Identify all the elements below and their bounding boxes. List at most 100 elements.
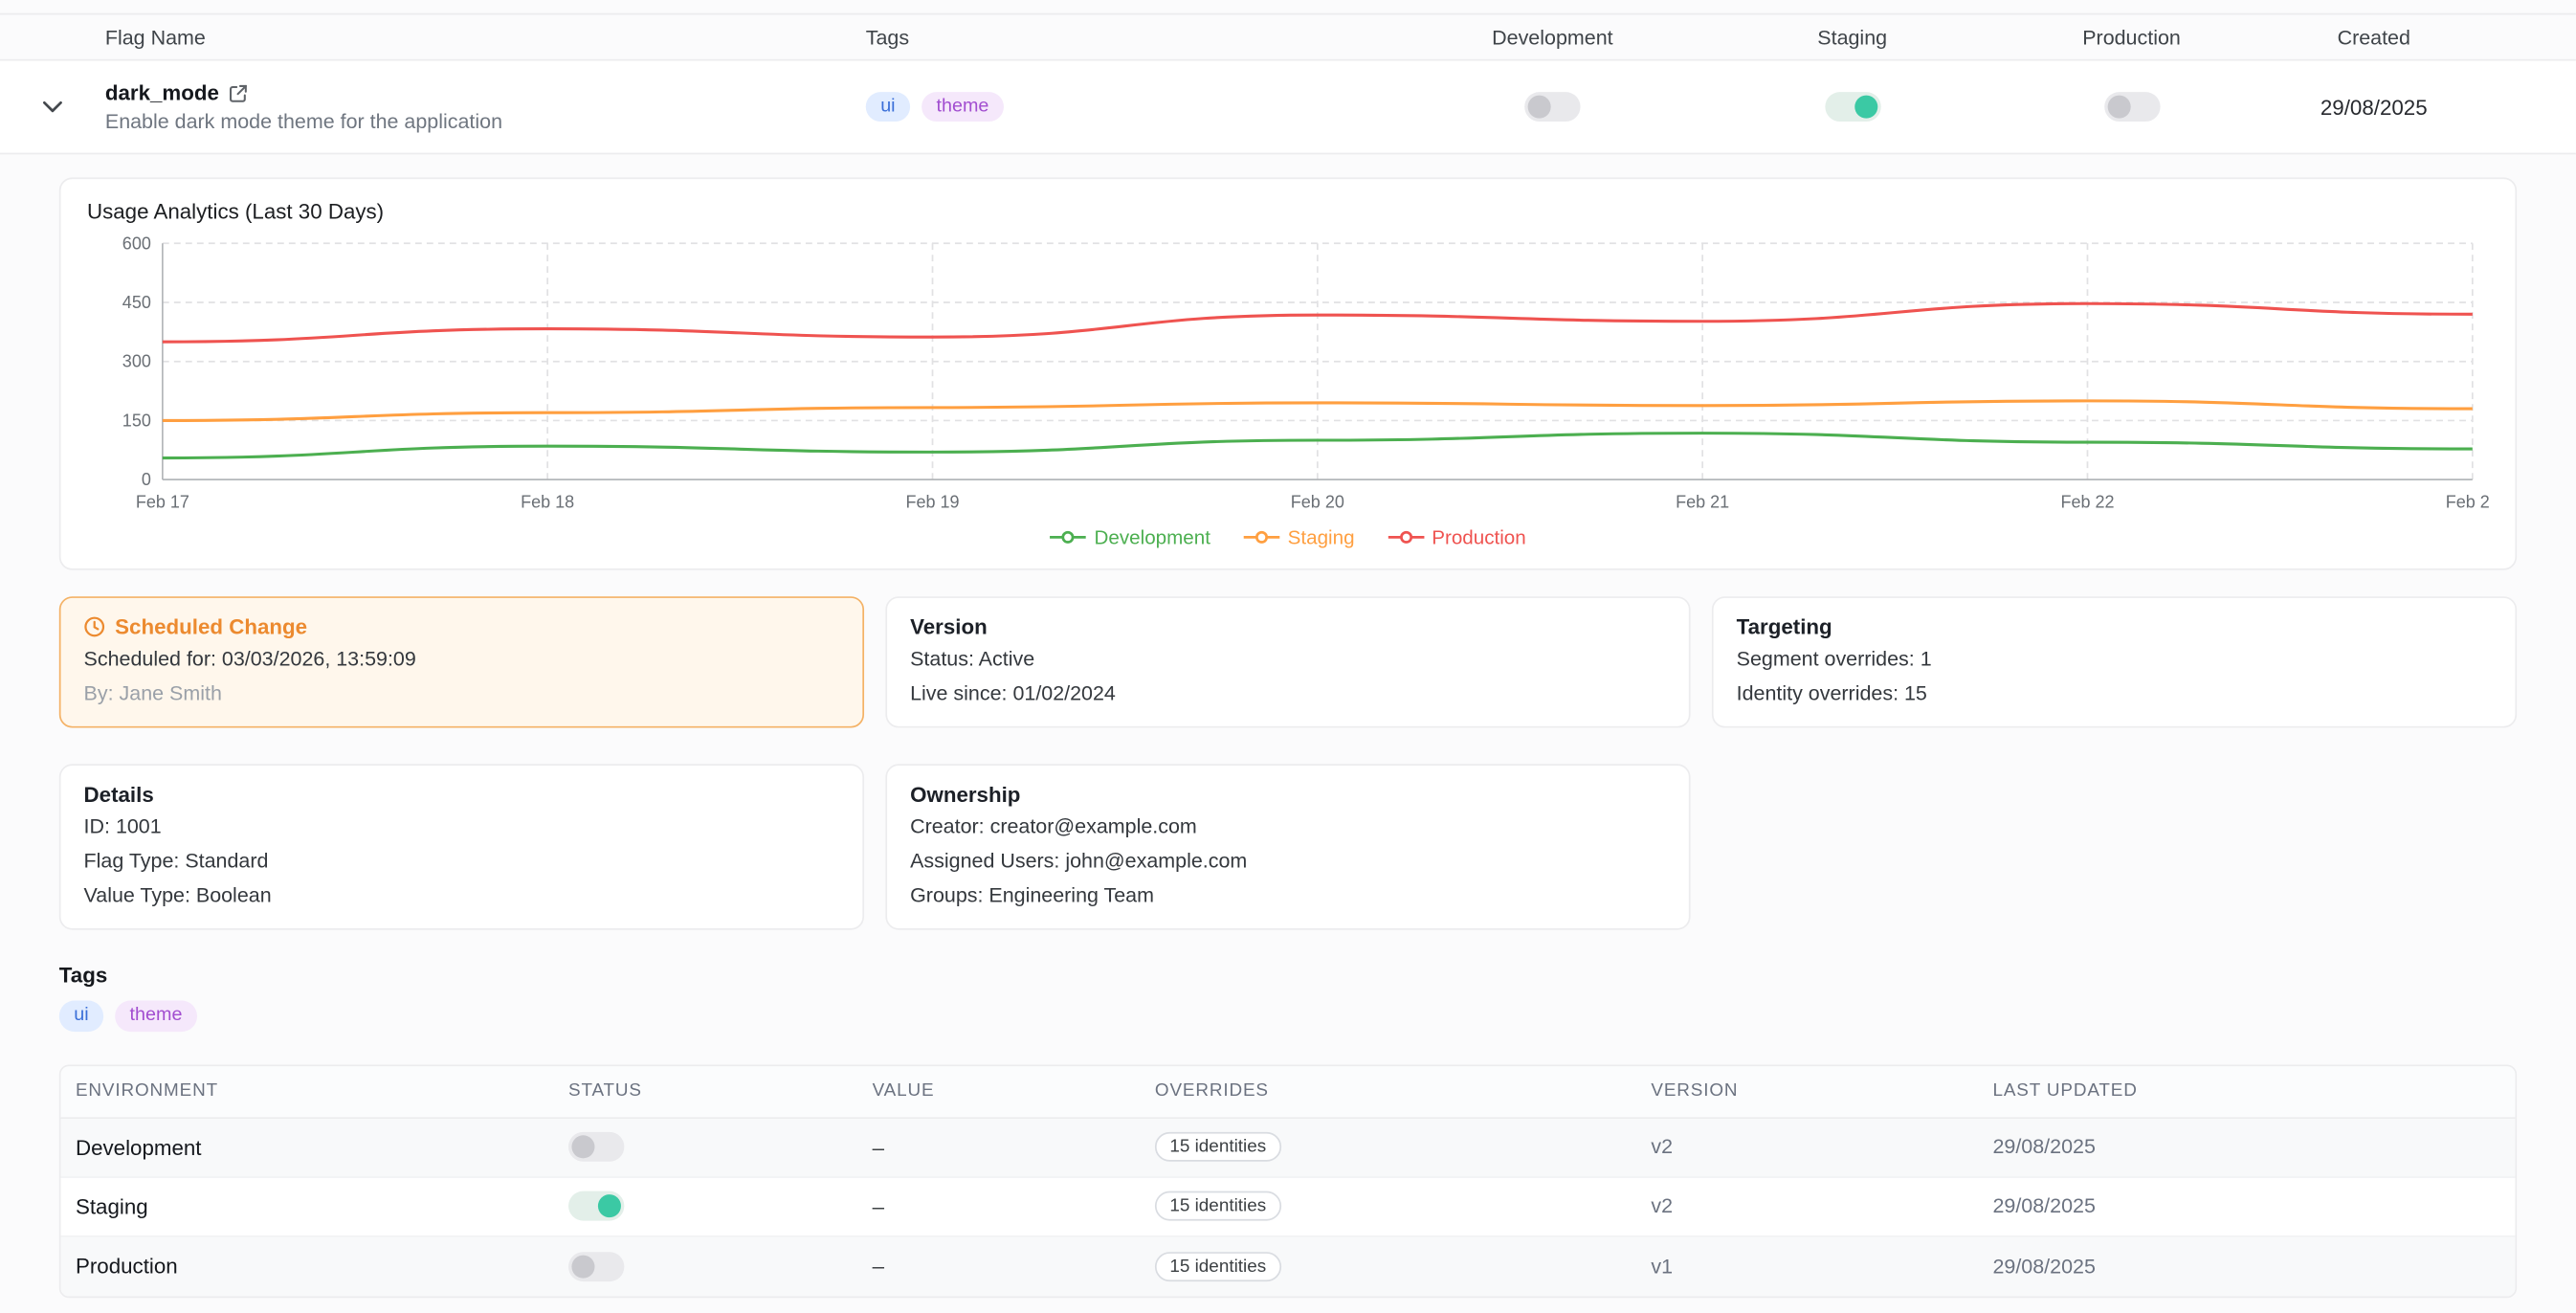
legend-item-production[interactable]: Production [1388,525,1526,548]
svg-text:Feb 19: Feb 19 [905,492,959,511]
env-name: Staging [61,1194,568,1219]
env-status-toggle[interactable] [568,1191,624,1221]
chart-legend: Development Staging Production [87,525,2489,548]
env-last-updated: 29/08/2025 [1992,1255,2515,1278]
toggle-knob [571,1255,594,1278]
scheduled-change-card: Scheduled Change Scheduled for: 03/03/20… [59,596,864,728]
card-line: Creator: creator@example.com [910,815,1666,841]
targeting-lines: Segment overrides: 1 Identity overrides: … [1737,647,2493,706]
env-value: – [873,1135,1155,1160]
svg-text:Feb 21: Feb 21 [1676,492,1729,511]
version-lines: Status: ActiveLive since: 01/02/2024 [910,647,1666,706]
env-version: v1 [1651,1255,1992,1278]
ownership-card: Ownership Creator: creator@example.com As… [885,765,1690,930]
legend-item-staging[interactable]: Staging [1243,525,1354,548]
external-link-icon[interactable] [229,83,249,103]
created-date: 29/08/2025 [2267,95,2480,120]
overrides-badge[interactable]: 15 identities [1155,1252,1281,1281]
clock-icon [84,616,105,637]
targeting-card: Targeting Segment overrides: 1 Identity o… [1712,596,2517,728]
card-line: ID: 1001 [84,815,840,841]
flag-name-cell: dark_mode Enable dark mode theme for the… [105,80,866,133]
card-line: Live since: 01/02/2024 [910,681,1666,707]
card-line: Identity overrides: 15 [1737,681,2493,707]
usage-analytics-panel: Usage Analytics (Last 30 Days) 015030045… [59,177,2517,569]
legend-item-development[interactable]: Development [1050,525,1210,548]
env-table-row-development: Development –15 identities v229/08/2025 [61,1119,2516,1178]
legend-marker-icon [1050,529,1086,545]
staging-toggle[interactable] [1825,92,1880,122]
tags-section-title: Tags [59,963,2517,988]
toggle-knob [1528,95,1551,118]
flag-name: dark_mode [105,80,219,105]
tags-list: uitheme [59,1001,2517,1032]
flag-row[interactable]: dark_mode Enable dark mode theme for the… [0,61,2576,155]
svg-text:Feb 17: Feb 17 [136,492,189,511]
legend-label: Staging [1288,525,1355,548]
targeting-title: Targeting [1737,614,2493,639]
svg-text:0: 0 [142,470,151,489]
svg-text:150: 150 [122,411,151,430]
flag-description: Enable dark mode theme for the applicati… [105,110,866,133]
env-overrides-cell: 15 identities [1155,1132,1651,1162]
environment-table-header: ENVIRONMENT STATUS VALUE OVERRIDES VERSI… [61,1066,2516,1119]
staging-toggle-cell [1708,92,1995,122]
ownership-lines: Creator: creator@example.com Assigned Use… [910,815,1666,909]
tags-section: Tags uitheme [59,963,2517,1031]
env-status-cell [568,1252,873,1281]
legend-label: Production [1432,525,1526,548]
col-flag-name: Flag Name [105,26,866,49]
col-environment: ENVIRONMENT [61,1081,568,1102]
development-toggle[interactable] [1524,92,1580,122]
empty-grid-cell [1712,765,2517,930]
col-created: Created [2267,26,2480,49]
env-name: Development [61,1135,568,1160]
card-line: Assigned Users: john@example.com [910,849,1666,875]
overrides-badge[interactable]: 15 identities [1155,1132,1281,1162]
flag-table: Flag Name Tags Development Staging Produ… [0,13,2576,155]
usage-analytics-chart: 0150300450600Feb 17Feb 18Feb 19Feb 20Feb… [87,234,2489,523]
card-title-text: Scheduled Change [115,614,307,639]
card-line: Scheduled for: 03/03/2026, 13:59:09 [84,647,840,673]
svg-text:Feb 18: Feb 18 [521,492,574,511]
col-overrides: OVERRIDES [1155,1081,1651,1102]
col-tags: Tags [866,26,1397,49]
chevron-down-icon [43,100,63,114]
flag-row-tags: uitheme [866,92,1397,122]
env-status-toggle[interactable] [568,1132,624,1162]
ownership-title: Ownership [910,783,1666,808]
environment-table: ENVIRONMENT STATUS VALUE OVERRIDES VERSI… [59,1064,2517,1298]
toggle-knob [2107,95,2130,118]
legend-marker-icon [1243,529,1279,545]
env-last-updated: 29/08/2025 [1992,1136,2515,1159]
env-table-row-staging: Staging–15 identitiesv229/08/2025 [61,1178,2516,1237]
tag-pill-ui: ui [59,1001,103,1032]
card-line: Segment overrides: 1 [1737,647,2493,673]
scheduled-change-lines: Scheduled for: 03/03/2026, 13:59:09 By: J… [84,647,840,706]
col-value: VALUE [873,1081,1155,1102]
toggle-knob [571,1136,594,1159]
env-value: – [873,1254,1155,1279]
legend-marker-icon [1388,529,1424,545]
env-name: Production [61,1254,568,1279]
env-version: v2 [1651,1136,1992,1159]
tag-pill-ui: ui [866,92,910,122]
svg-text:Feb 20: Feb 20 [1291,492,1344,511]
svg-text:Feb 23: Feb 23 [2446,492,2489,511]
svg-text:600: 600 [122,234,151,253]
version-title: Version [910,614,1666,639]
production-toggle[interactable] [2103,92,2159,122]
col-version: VERSION [1651,1081,1992,1102]
collapse-row-button[interactable] [0,100,105,114]
env-overrides-cell: 15 identities [1155,1191,1651,1221]
card-line: By: Jane Smith [84,681,840,707]
details-card: Details ID: 1001Flag Type: StandardValue… [59,765,864,930]
analytics-title: Usage Analytics (Last 30 Days) [87,199,2489,224]
env-status-toggle[interactable] [568,1252,624,1281]
env-last-updated: 29/08/2025 [1992,1195,2515,1218]
tag-pill-theme: theme [115,1001,197,1032]
col-last-updated: LAST UPDATED [1992,1081,2515,1102]
flag-table-header: Flag Name Tags Development Staging Produ… [0,14,2576,60]
overrides-badge[interactable]: 15 identities [1155,1191,1281,1221]
env-status-cell [568,1132,873,1162]
